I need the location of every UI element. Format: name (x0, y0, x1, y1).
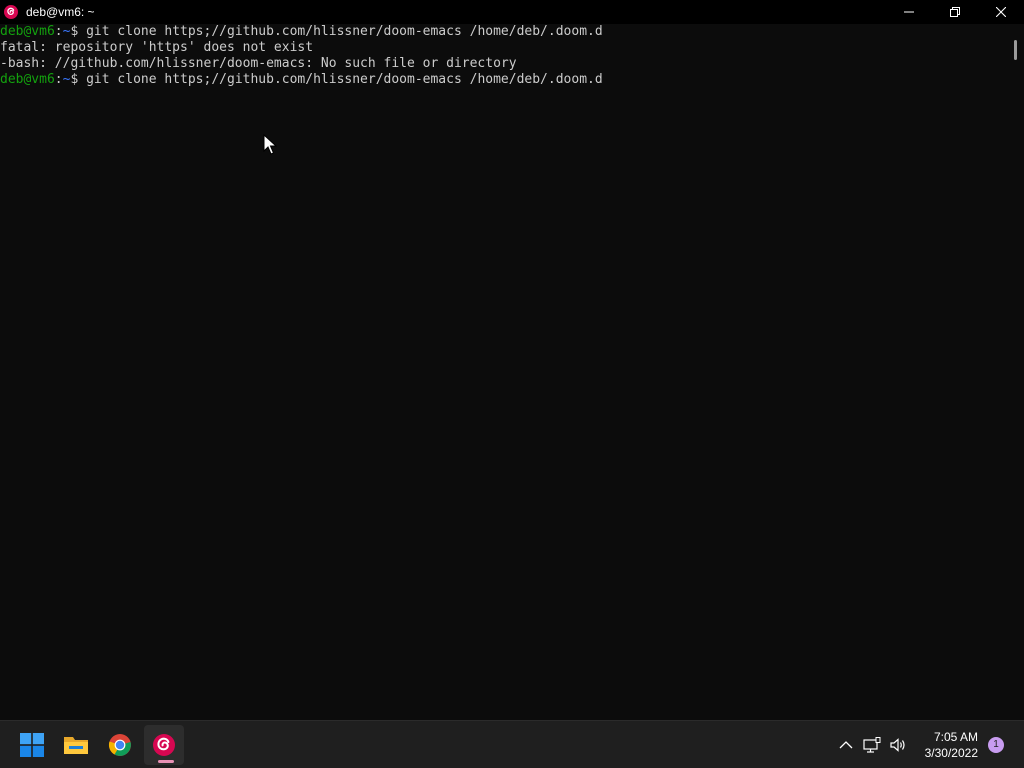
terminal-line-output: fatal: repository 'https' does not exist (0, 40, 314, 55)
debian-swirl-icon (153, 734, 175, 756)
speaker-icon (890, 738, 905, 752)
prompt-user: deb@vm6 (0, 24, 55, 39)
clock-time: 7:05 AM (933, 730, 978, 744)
scrollbar-track[interactable] (1006, 24, 1024, 720)
show-hidden-icons-button[interactable] (836, 735, 856, 755)
close-button[interactable] (978, 0, 1024, 24)
prompt-sign: $ (70, 24, 87, 39)
prompt-separator: : (54, 24, 63, 39)
debian-terminal-button[interactable] (144, 725, 184, 765)
command-input-text[interactable]: git clone https;//github.com/hlissner/do… (86, 72, 603, 87)
minimize-button[interactable] (886, 0, 932, 24)
clock-date: 3/30/2022 (924, 746, 978, 760)
start-button[interactable] (12, 725, 52, 765)
close-icon (996, 7, 1006, 17)
window-title-bar[interactable]: deb@vm6: ~ (0, 0, 1024, 24)
chrome-button[interactable] (100, 725, 140, 765)
scrollbar-thumb[interactable] (1014, 40, 1017, 60)
notification-badge[interactable]: 1 (988, 737, 1004, 753)
restore-icon (950, 7, 960, 17)
prompt-sign: $ (70, 72, 87, 87)
restore-button[interactable] (932, 0, 978, 24)
chrome-icon (108, 734, 131, 756)
desktop-screen: deb@vm6: ~ deb@vm6:~$ git clone https;//… (0, 0, 1024, 768)
terminal-line-prompt: deb@vm6:~$ git clone https;//github.com/… (0, 72, 1006, 88)
mouse-pointer-icon (263, 134, 277, 155)
window-controls (886, 0, 1024, 24)
prompt-user: deb@vm6 (0, 72, 55, 87)
prompt-separator: : (54, 72, 63, 87)
minimize-icon (904, 11, 914, 13)
windows-logo-icon (20, 733, 44, 757)
terminal-output[interactable]: deb@vm6:~$ git clone https;//github.com/… (0, 24, 1006, 720)
active-app-indicator (158, 760, 174, 763)
folder-icon (64, 737, 88, 754)
window-title: deb@vm6: ~ (26, 5, 95, 19)
debian-swirl-icon (3, 4, 19, 20)
taskbar: 7:05 AM 3/30/2022 1 (0, 720, 1024, 768)
terminal-line-prompt: deb@vm6:~$ git clone https;//github.com/… (0, 24, 1006, 40)
terminal-line-output: -bash: //github.com/hlissner/doom-emacs:… (0, 56, 517, 71)
file-explorer-button[interactable] (56, 725, 96, 765)
chevron-up-icon (839, 741, 853, 749)
command-text: git clone https;//github.com/hlissner/do… (86, 24, 603, 39)
network-icon (863, 737, 881, 753)
volume-button[interactable] (888, 735, 908, 755)
network-button[interactable] (862, 735, 882, 755)
taskbar-clock[interactable]: 7:05 AM 3/30/2022 (908, 729, 978, 761)
